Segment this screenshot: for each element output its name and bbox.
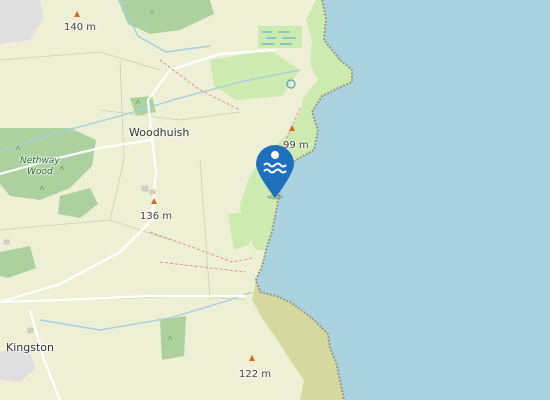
peak-icon [74,11,80,17]
peak-label-136: 136 m [140,211,173,222]
peak-icon [289,125,295,131]
wetland-area [258,26,302,48]
peak-icon [151,198,157,204]
peak-icon [249,355,255,361]
wood-label-nethway: Nethway Wood [20,156,60,178]
location-marker[interactable] [254,144,296,200]
peak-label-140: 140 m [64,22,97,33]
wood-label-line1: Nethway [20,156,60,166]
place-label-woodhuish: Woodhuish [129,126,190,139]
map-canvas[interactable]: Woodhuish Kingston Nethway Wood 140 m 99… [0,0,550,400]
woodland-south [160,316,186,360]
peak-label-122: 122 m [239,369,272,380]
wood-label-line2: Wood [27,167,53,177]
place-label-kingston: Kingston [6,341,54,354]
map-pin-icon [256,145,294,200]
